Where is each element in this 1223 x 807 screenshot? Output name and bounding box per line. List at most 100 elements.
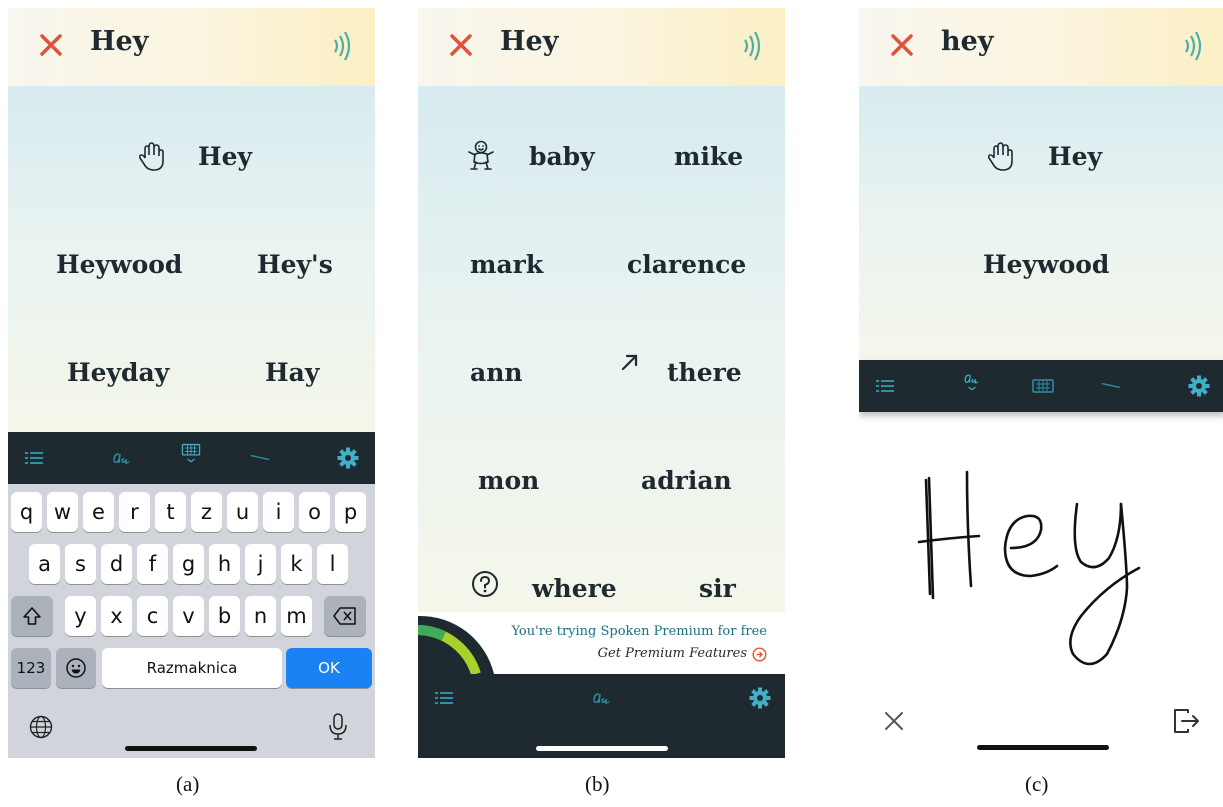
word-button[interactable]: Hey's bbox=[257, 250, 333, 279]
key[interactable]: z bbox=[191, 492, 222, 532]
clear-icon[interactable] bbox=[881, 708, 907, 734]
exit-icon[interactable] bbox=[1171, 706, 1201, 736]
key[interactable]: n bbox=[245, 596, 276, 636]
word-button[interactable]: ann bbox=[470, 358, 523, 387]
handwriting-icon[interactable] bbox=[960, 370, 984, 394]
globe-icon[interactable] bbox=[28, 714, 54, 740]
key[interactable]: o bbox=[299, 492, 330, 532]
header-bar: Hey bbox=[418, 8, 785, 86]
word-button[interactable]: mon bbox=[478, 466, 539, 495]
question-icon bbox=[472, 571, 498, 597]
list-icon[interactable] bbox=[873, 374, 897, 398]
ok-key[interactable]: OK bbox=[286, 648, 372, 688]
baby-icon bbox=[468, 140, 494, 170]
word-button[interactable]: mark bbox=[470, 250, 543, 279]
toolbar bbox=[859, 360, 1223, 412]
list-icon[interactable] bbox=[432, 686, 456, 710]
keyboard-icon[interactable] bbox=[179, 442, 203, 466]
word-button[interactable]: Heyday bbox=[67, 358, 169, 387]
header-bar: hey bbox=[859, 8, 1223, 86]
key[interactable]: k bbox=[281, 544, 312, 584]
emoji-icon bbox=[66, 658, 86, 678]
arrow-up-right-icon bbox=[621, 354, 638, 371]
arrow-right-circle-icon[interactable] bbox=[752, 647, 767, 662]
close-icon[interactable] bbox=[887, 30, 917, 60]
word-button[interactable]: Hay bbox=[265, 358, 319, 387]
key[interactable]: w bbox=[47, 492, 78, 532]
word-button[interactable]: Heywood bbox=[56, 250, 182, 279]
word-button[interactable]: baby bbox=[529, 142, 595, 171]
speak-icon[interactable] bbox=[737, 26, 767, 66]
word-button[interactable]: Hey bbox=[1048, 142, 1102, 171]
word-button[interactable]: clarence bbox=[627, 250, 746, 279]
space-key[interactable]: Razmaknica bbox=[102, 648, 282, 688]
close-icon[interactable] bbox=[446, 30, 476, 60]
handwriting-icon[interactable] bbox=[590, 686, 614, 710]
word-button[interactable]: there bbox=[667, 358, 742, 387]
header-word: Hey bbox=[500, 26, 559, 57]
key[interactable]: h bbox=[209, 544, 240, 584]
key[interactable]: i bbox=[263, 492, 294, 532]
pencil-icon[interactable] bbox=[248, 446, 272, 470]
close-icon[interactable] bbox=[36, 30, 66, 60]
key[interactable]: d bbox=[101, 544, 132, 584]
toolbar bbox=[418, 674, 785, 758]
key[interactable]: e bbox=[83, 492, 114, 532]
key[interactable]: t bbox=[155, 492, 186, 532]
emoji-key[interactable] bbox=[56, 648, 96, 688]
caption-a: (a) bbox=[176, 772, 200, 796]
word-button[interactable]: where bbox=[532, 574, 617, 603]
header-word: Hey bbox=[90, 26, 149, 57]
pencil-icon[interactable] bbox=[1099, 374, 1123, 398]
microphone-icon[interactable] bbox=[327, 712, 349, 742]
home-indicator bbox=[977, 745, 1109, 750]
key[interactable]: x bbox=[101, 596, 132, 636]
gear-icon[interactable] bbox=[748, 686, 772, 710]
word-button[interactable]: Hey bbox=[198, 142, 252, 171]
keyboard-icon[interactable] bbox=[1031, 374, 1055, 398]
word-grid: Hey Heywood bbox=[859, 86, 1223, 360]
key[interactable]: v bbox=[173, 596, 204, 636]
backspace-icon bbox=[333, 607, 356, 625]
key[interactable]: f bbox=[137, 544, 168, 584]
backspace-key[interactable] bbox=[324, 596, 366, 636]
key[interactable]: q bbox=[11, 492, 42, 532]
key[interactable]: p bbox=[335, 492, 366, 532]
home-indicator bbox=[536, 746, 668, 751]
caption-c: (c) bbox=[1025, 772, 1049, 796]
word-button[interactable]: sir bbox=[699, 574, 736, 603]
key[interactable]: b bbox=[209, 596, 240, 636]
key[interactable]: y bbox=[65, 596, 96, 636]
home-indicator bbox=[125, 746, 257, 751]
handwriting-icon[interactable] bbox=[110, 446, 134, 470]
key[interactable]: s bbox=[65, 544, 96, 584]
premium-gauge-icon bbox=[418, 615, 494, 674]
key[interactable]: c bbox=[137, 596, 168, 636]
key[interactable]: r bbox=[119, 492, 150, 532]
key[interactable]: u bbox=[227, 492, 258, 532]
premium-banner[interactable]: You're trying Spoken Premium for free Ge… bbox=[418, 612, 785, 674]
word-button[interactable]: adrian bbox=[641, 466, 732, 495]
key[interactable]: j bbox=[245, 544, 276, 584]
numbers-key[interactable]: 123 bbox=[11, 648, 51, 688]
word-button[interactable]: mike bbox=[674, 142, 743, 171]
shift-icon bbox=[23, 607, 41, 625]
key[interactable]: l bbox=[317, 544, 348, 584]
gear-icon[interactable] bbox=[1187, 374, 1211, 398]
key[interactable]: a bbox=[29, 544, 60, 584]
shift-key[interactable] bbox=[11, 596, 53, 636]
caption-b: (b) bbox=[585, 772, 610, 796]
gear-icon[interactable] bbox=[336, 446, 360, 470]
hand-wave-icon bbox=[987, 142, 1013, 171]
panel-a: Hey Hey Heywood Hey's Heyday Hay q w e r… bbox=[8, 8, 375, 758]
word-grid: Hey Heywood Hey's Heyday Hay bbox=[8, 86, 375, 432]
speak-icon[interactable] bbox=[1178, 26, 1208, 66]
speak-icon[interactable] bbox=[327, 26, 357, 66]
list-icon[interactable] bbox=[22, 446, 46, 470]
key[interactable]: m bbox=[281, 596, 312, 636]
key[interactable]: g bbox=[173, 544, 204, 584]
premium-features-link[interactable]: Get Premium Features bbox=[598, 646, 747, 661]
handwriting-canvas[interactable] bbox=[859, 458, 1223, 678]
word-button[interactable]: Heywood bbox=[983, 250, 1109, 279]
keyboard: q w e r t z u i o p a s d f g h j k l y … bbox=[8, 484, 375, 758]
